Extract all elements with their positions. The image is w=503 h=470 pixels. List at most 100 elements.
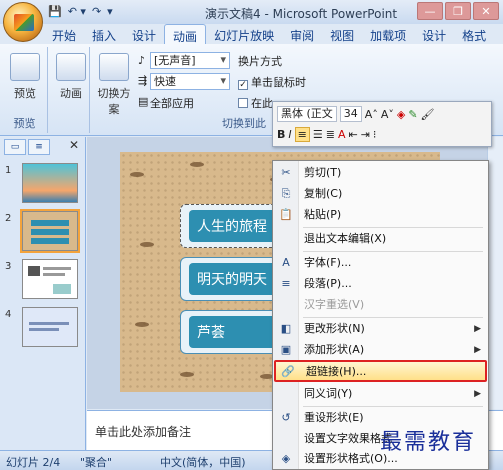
menu-item-icon — [279, 232, 293, 246]
menu-item-label: 同义词(Y) — [304, 387, 353, 400]
tab-addins[interactable]: 加载项 — [362, 24, 414, 44]
switch-scheme-icon — [99, 53, 129, 81]
animation-icon — [56, 53, 86, 81]
align-left-icon[interactable]: ≡ — [294, 127, 310, 142]
tab-animation[interactable]: 动画 — [164, 24, 207, 44]
animation-group: 动画 — [50, 47, 90, 133]
office-button[interactable] — [3, 2, 43, 42]
switch-mode-label: 换片方式 — [238, 55, 282, 68]
scissors-icon: ✂ — [281, 166, 291, 179]
font-color-icon[interactable]: A — [338, 128, 346, 141]
window-title: 演示文稿4 - Microsoft PowerPoint — [205, 7, 398, 21]
slide-number: 1 — [5, 165, 12, 176]
apply-all-button[interactable]: 全部应用 — [150, 95, 194, 111]
sound-combo[interactable]: [无声音] — [150, 52, 230, 69]
slides-pane: ▭ ≡ ✕ 1 2 3 4 — [0, 137, 86, 450]
slide-number: 4 — [5, 309, 12, 320]
tab-format[interactable]: 格式 — [454, 24, 494, 44]
apply-all-icon: ▤ — [138, 95, 149, 108]
tab-design[interactable]: 设计 — [124, 24, 164, 44]
menu-item-paste[interactable]: 📋 粘贴(P) — [274, 205, 487, 225]
menu-item-paragraph[interactable]: ≡ 段落(P)... — [274, 274, 487, 294]
align-center-icon[interactable]: ☰ — [313, 128, 323, 141]
font-size-combo[interactable]: 34 — [339, 106, 362, 122]
copy-icon: ⎘ — [281, 187, 291, 200]
menu-item-change-shape[interactable]: ◧ 更改形状(N) ▶ — [274, 319, 487, 339]
add-shape-icon: ▣ — [280, 343, 292, 356]
menu-item-hyperlink[interactable]: 🔗 超链接(H)... — [274, 360, 487, 382]
menu-item-copy[interactable]: ⎘ 复制(C) — [274, 184, 487, 204]
grow-font-icon[interactable]: A˄ — [365, 108, 378, 121]
mini-toolbar: 黑体 (正文 34 A˄ A˅ ◈ ✎ 🖌 B I ≡ ☰ ≣ A ⇤ ⇥ ⁝ — [272, 101, 492, 147]
menu-item-cut[interactable]: ✂ 剪切(T) — [274, 163, 487, 183]
tab-smartart-design[interactable]: 设计 — [414, 24, 454, 44]
pane-tabs: ▭ ≡ — [4, 139, 50, 157]
customize-qat-icon[interactable]: ▾ — [107, 5, 113, 19]
tab-insert[interactable]: 插入 — [84, 24, 124, 44]
hyperlink-icon: 🔗 — [281, 365, 295, 378]
paste-icon: 📋 — [279, 208, 293, 221]
preview-group-label: 预览 — [13, 117, 36, 130]
tab-review[interactable]: 审阅 — [282, 24, 322, 44]
slide-thumbnail-3[interactable] — [22, 259, 78, 299]
format-painter-icon[interactable]: 🖌 — [421, 108, 435, 121]
menu-item-reconversion: 汉字重选(V) — [274, 295, 487, 315]
menu-item-label: 设置文字效果格式 — [304, 432, 392, 445]
auto-switch-checkbox[interactable]: 在此 — [238, 95, 273, 111]
title-bar: 💾 ↶ ▾ ↷ ▾ 演示文稿4 - Microsoft PowerPoint —… — [0, 0, 503, 24]
tab-home[interactable]: 开始 — [44, 24, 84, 44]
vertical-scrollbar[interactable] — [487, 137, 503, 409]
tab-slideshow[interactable]: 幻灯片放映 — [206, 24, 282, 44]
line-color-icon[interactable]: ✎ — [408, 108, 417, 121]
speed-combo[interactable]: 快速 — [150, 73, 230, 90]
preview-group: 预览 预览 — [2, 47, 48, 133]
auto-switch-label: 在此 — [251, 97, 273, 110]
fill-color-icon[interactable]: ◈ — [397, 108, 405, 121]
submenu-arrow-icon: ▶ — [474, 345, 481, 355]
slide-count: 幻灯片 2/4 — [6, 456, 61, 469]
menu-item-font[interactable]: A 字体(F)... — [274, 253, 487, 273]
menu-item-label: 更改形状(N) — [304, 322, 365, 335]
minimize-button[interactable]: — — [417, 2, 443, 20]
language: 中文(简体，中国) — [160, 456, 246, 469]
menu-item-add-shape[interactable]: ▣ 添加形状(A) ▶ — [274, 340, 487, 360]
save-icon[interactable]: 💾 — [48, 5, 62, 19]
close-button[interactable]: ✕ — [473, 2, 499, 20]
office-logo-icon — [14, 14, 34, 31]
animation-button[interactable]: 动画 — [54, 53, 88, 101]
italic-button[interactable]: I — [288, 128, 291, 141]
bullets-icon[interactable]: ⁝ — [373, 128, 377, 141]
speed-icon: ⇶ — [138, 74, 148, 87]
shrink-font-icon[interactable]: A˅ — [381, 108, 394, 121]
preview-button[interactable]: 预览 — [8, 53, 42, 101]
menu-item-synonyms[interactable]: 同义词(Y) ▶ — [274, 384, 487, 404]
outline-tab[interactable]: ≡ — [28, 139, 50, 155]
animation-button-label: 动画 — [60, 87, 82, 100]
on-click-checkbox[interactable]: ✓ 单击鼠标时 — [238, 74, 306, 90]
menu-item-label: 添加形状(A) — [304, 343, 365, 356]
slides-tab[interactable]: ▭ — [4, 139, 26, 155]
submenu-arrow-icon: ▶ — [474, 389, 481, 399]
slide-thumbnail-1[interactable] — [22, 163, 78, 203]
tab-view[interactable]: 视图 — [322, 24, 362, 44]
undo-icon[interactable]: ↶ ▾ — [68, 5, 86, 19]
restore-button[interactable]: ❐ — [445, 2, 471, 20]
align-right-icon[interactable]: ≣ — [326, 128, 335, 141]
slide-thumbnail-2[interactable] — [20, 209, 80, 253]
menu-item-icon — [279, 298, 293, 312]
bold-button[interactable]: B — [277, 128, 285, 141]
menu-item-icon — [279, 387, 293, 401]
slide-thumbnail-4[interactable] — [22, 307, 78, 347]
increase-indent-icon[interactable]: ⇥ — [361, 128, 370, 141]
switch-scheme-button[interactable]: 切换方案 — [96, 53, 132, 117]
menu-separator — [303, 251, 483, 252]
checkbox-checked-icon: ✓ — [238, 80, 248, 90]
redo-icon[interactable]: ↷ — [92, 5, 101, 19]
menu-item-exit-text-edit[interactable]: 退出文本编辑(X) — [274, 229, 487, 249]
fish-pattern — [135, 322, 149, 327]
menu-separator — [303, 317, 483, 318]
decrease-indent-icon[interactable]: ⇤ — [348, 128, 357, 141]
checkbox-unchecked-icon — [238, 98, 248, 108]
font-combo[interactable]: 黑体 (正文 — [277, 106, 337, 122]
pane-close-icon[interactable]: ✕ — [69, 138, 79, 152]
